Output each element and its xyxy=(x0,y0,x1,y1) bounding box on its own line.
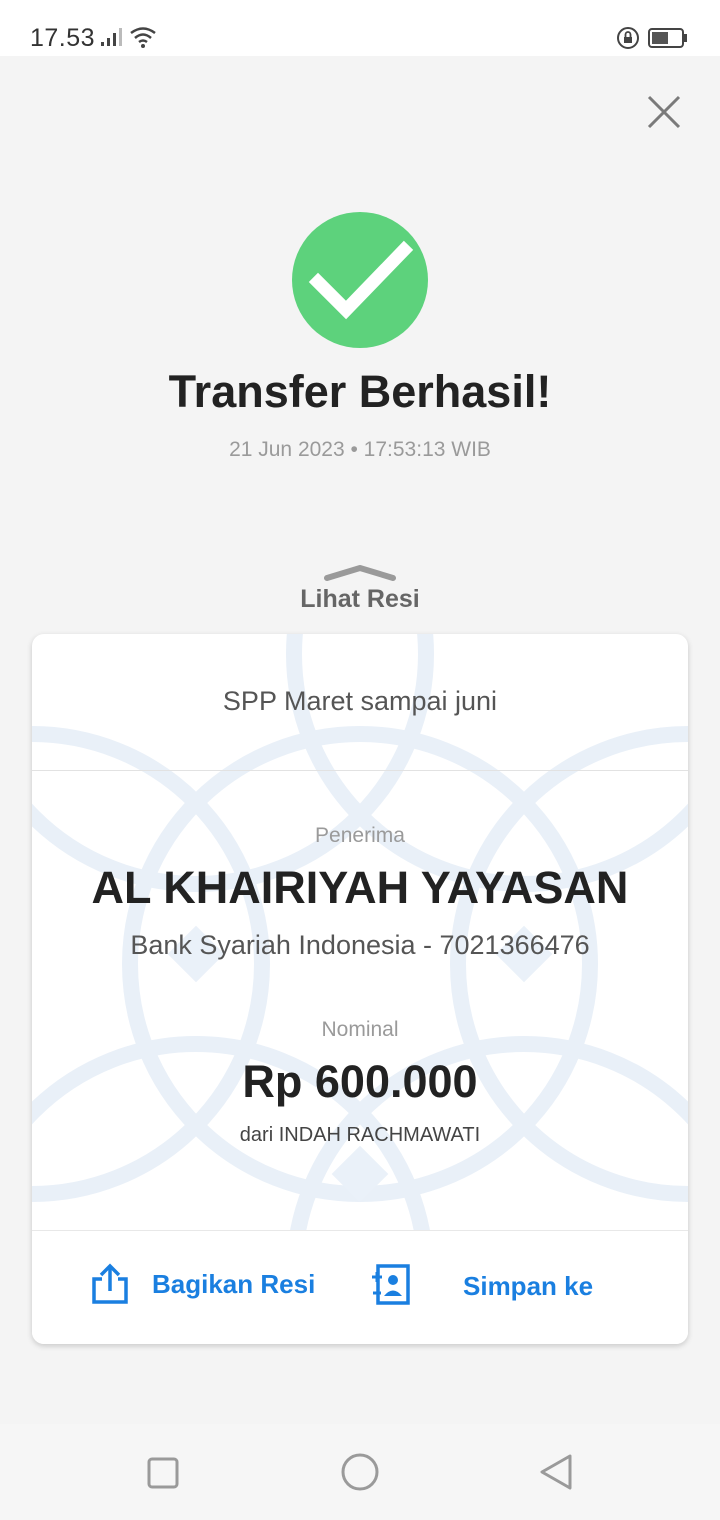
status-bar: 17.53 xyxy=(0,0,720,56)
amount-label: Nominal xyxy=(321,1018,399,1041)
circle-icon[interactable] xyxy=(340,1452,380,1492)
divider xyxy=(32,770,688,771)
rotation-lock-icon xyxy=(617,27,639,49)
share-receipt-label: Bagikan Resi xyxy=(152,1269,316,1299)
close-button[interactable] xyxy=(640,88,688,136)
contact-save-icon xyxy=(372,1264,410,1305)
page-title: Transfer Berhasil! xyxy=(168,366,552,417)
share-icon xyxy=(92,1263,128,1304)
close-icon xyxy=(647,95,681,129)
square-icon[interactable] xyxy=(146,1456,180,1490)
receipt-card: SPP Maret sampai juni Penerima AL KHAIRI… xyxy=(32,634,688,1344)
save-to-button[interactable]: Simpan ke xyxy=(368,1261,618,1311)
signal-icon xyxy=(101,28,122,46)
status-time: 17.53 xyxy=(30,24,96,52)
save-to-label: Simpan ke xyxy=(463,1271,594,1301)
recipient-account: Bank Syariah Indonesia - 7021366476 xyxy=(130,930,590,960)
battery-icon xyxy=(648,28,687,48)
view-receipt-toggle[interactable]: Lihat Resi xyxy=(0,585,720,614)
share-receipt-button[interactable]: Bagikan Resi xyxy=(88,1261,338,1311)
success-badge xyxy=(292,212,428,348)
triangle-back-icon[interactable] xyxy=(538,1452,574,1492)
transfer-note: SPP Maret sampai juni xyxy=(222,686,498,716)
recipient-label: Penerima xyxy=(315,824,405,847)
recipient-name: AL KHAIRIYAH YAYASAN xyxy=(91,862,629,913)
sender-name: dari INDAH RACHMAWATI xyxy=(239,1124,481,1146)
receipt-actions: Bagikan Resi Simpan ke xyxy=(32,1230,688,1344)
checkmark-icon xyxy=(308,240,414,320)
transaction-datetime: 21 Jun 2023 • 17:53:13 WIB xyxy=(229,438,491,461)
wifi-icon xyxy=(130,27,156,48)
transfer-amount: Rp 600.000 xyxy=(242,1056,478,1107)
chevron-up-icon[interactable] xyxy=(322,562,398,584)
navigation-bar xyxy=(0,1424,720,1520)
